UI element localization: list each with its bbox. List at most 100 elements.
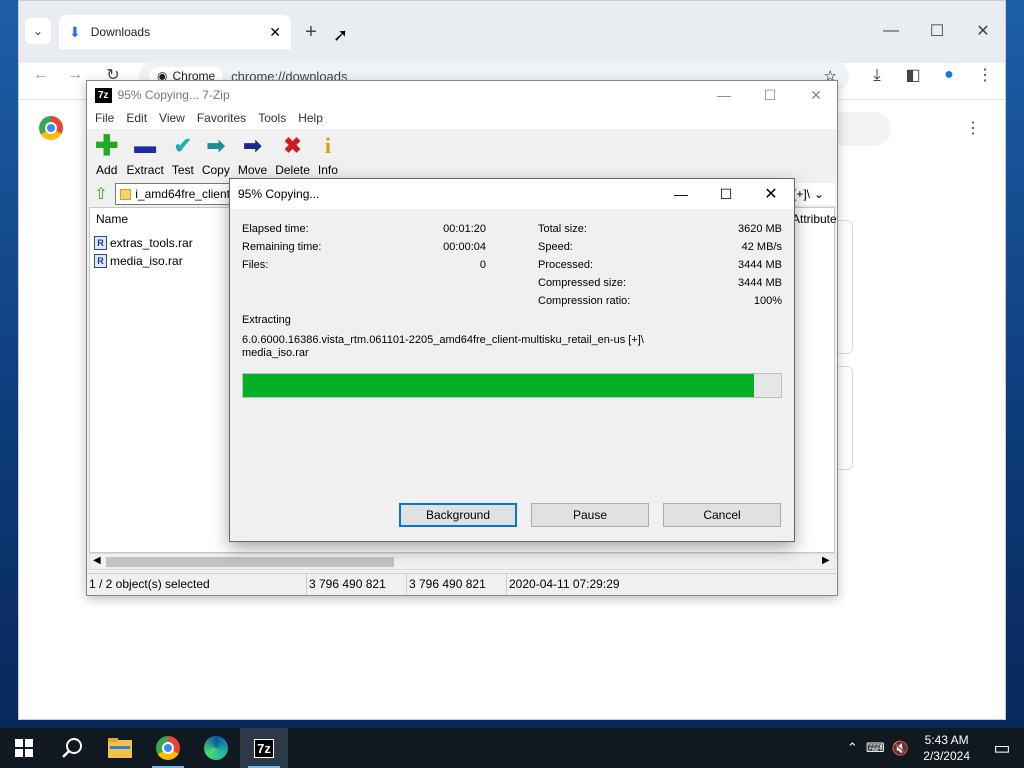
- menu-edit[interactable]: Edit: [120, 109, 153, 129]
- files-label: Files:: [242, 259, 269, 271]
- notification-icon[interactable]: ▭: [980, 728, 1024, 768]
- current-path-line2: media_iso.rar: [242, 347, 309, 359]
- clock[interactable]: 5:43 AM 2/3/2024: [913, 732, 980, 764]
- menu-view[interactable]: View: [153, 109, 191, 129]
- clock-date: 2/3/2024: [923, 749, 970, 763]
- extract-icon: ▬: [134, 133, 157, 158]
- path-dropdown[interactable]: [+]\ ⌄: [789, 183, 835, 205]
- dialog-title: 95% Copying...: [238, 187, 320, 201]
- edge-icon[interactable]: [192, 728, 240, 768]
- tab-search-icon[interactable]: ⌄: [25, 18, 51, 44]
- pause-button[interactable]: Pause: [531, 503, 649, 527]
- delete-button[interactable]: ✖ Delete: [271, 129, 314, 178]
- column-attribute[interactable]: Attribute: [792, 212, 837, 226]
- search-icon[interactable]: [48, 728, 96, 768]
- menu-kebab-icon[interactable]: ⋮: [971, 61, 999, 89]
- clock-time: 5:43 AM: [924, 733, 969, 747]
- path-field[interactable]: i_amd64fre_client: [115, 183, 235, 205]
- menu-file[interactable]: File: [89, 109, 120, 129]
- tab-downloads[interactable]: ⬇ Downloads ✕: [59, 15, 291, 49]
- column-name[interactable]: Name: [96, 212, 128, 226]
- forward-icon[interactable]: →: [61, 61, 89, 89]
- remaining-value: 00:00:04: [443, 241, 486, 253]
- compressed-size-value: 3444 MB: [737, 277, 782, 289]
- downloads-icon[interactable]: ⤓: [863, 61, 891, 89]
- status-modified: 2020-04-11 07:29:29: [509, 577, 620, 591]
- download-icon: ⬇: [69, 23, 81, 40]
- background-button[interactable]: Background: [399, 503, 517, 527]
- scroll-thumb[interactable]: [106, 557, 394, 567]
- chrome-icon[interactable]: [144, 728, 192, 768]
- move-button[interactable]: ➡ Move: [234, 129, 271, 178]
- windows-start-icon[interactable]: [0, 728, 48, 768]
- rar-file-icon: R: [94, 236, 107, 250]
- extract-button[interactable]: ▬ Extract: [122, 129, 167, 178]
- back-icon[interactable]: ←: [27, 61, 55, 89]
- minimize-icon[interactable]: —: [658, 179, 704, 209]
- chevron-up-icon[interactable]: ⌃: [841, 728, 863, 768]
- list-item[interactable]: R media_iso.rar: [94, 254, 183, 268]
- maximize-icon[interactable]: ☐: [703, 179, 749, 209]
- menu-favorites[interactable]: Favorites: [191, 109, 252, 129]
- compressed-size-label: Compressed size:: [538, 277, 627, 289]
- toolbar: ✚ Add ▬ Extract ✔ Test ➡ Copy ➡ Move ✖ Delete …: [87, 129, 837, 179]
- elapsed-value: 00:01:20: [443, 223, 486, 235]
- file-name: media_iso.rar: [110, 254, 183, 268]
- copy-button[interactable]: ➡ Copy: [198, 129, 234, 178]
- close-tab-icon[interactable]: ✕: [269, 24, 281, 41]
- status-bar: 1 / 2 object(s) selected 3 796 490 821 3…: [87, 573, 837, 595]
- delete-icon: ✖: [283, 133, 302, 158]
- menu-tools[interactable]: Tools: [252, 109, 292, 129]
- test-icon: ✔: [173, 133, 193, 158]
- processed-value: 3444 MB: [737, 259, 782, 271]
- side-panel-icon[interactable]: ◧: [899, 61, 927, 89]
- total-size-value: 3620 MB: [737, 223, 782, 235]
- compression-ratio-label: Compression ratio:: [538, 295, 631, 307]
- maximize-icon[interactable]: ☐: [923, 17, 951, 45]
- close-window-icon[interactable]: ✕: [969, 17, 997, 45]
- progress-fill: [243, 374, 755, 397]
- minimize-icon[interactable]: —: [877, 17, 905, 45]
- more-actions-icon[interactable]: ⋮: [959, 114, 987, 142]
- info-button[interactable]: i Info: [314, 129, 342, 178]
- info-label: Info: [317, 163, 338, 177]
- files-value: 0: [479, 259, 486, 271]
- volume-muted-icon[interactable]: 🔇: [887, 728, 913, 768]
- add-icon: ✚: [95, 130, 119, 161]
- scroll-left-icon[interactable]: ◀: [93, 555, 101, 566]
- new-tab-button[interactable]: +: [297, 18, 325, 46]
- 7zip-logo-icon: 7z: [95, 87, 112, 103]
- add-label: Add: [96, 163, 118, 177]
- total-size-label: Total size:: [538, 223, 587, 235]
- mouse-cursor-icon: ➚: [333, 25, 349, 45]
- copy-label: Copy: [201, 163, 230, 177]
- scroll-right-icon[interactable]: ▶: [822, 555, 830, 566]
- status-size: 3 796 490 821: [307, 574, 407, 595]
- taskbar: 7z ⌃ ⌨ 🔇 5:43 AM 2/3/2024 ▭: [0, 728, 1024, 768]
- search-downloads-box[interactable]: [829, 112, 891, 146]
- elapsed-label: Elapsed time:: [242, 223, 309, 235]
- 7zip-icon[interactable]: 7z: [240, 728, 288, 768]
- close-icon[interactable]: ✕: [793, 81, 839, 109]
- profile-icon[interactable]: ●: [935, 61, 963, 89]
- test-label: Test: [171, 163, 194, 177]
- processed-label: Processed:: [538, 259, 594, 271]
- close-icon[interactable]: ✕: [748, 179, 794, 209]
- menu-help[interactable]: Help: [292, 109, 329, 129]
- list-item[interactable]: R extras_tools.rar: [94, 236, 193, 250]
- file-name: extras_tools.rar: [110, 236, 193, 250]
- test-button[interactable]: ✔ Test: [168, 129, 198, 178]
- chrome-logo-icon: [39, 116, 63, 140]
- minimize-icon[interactable]: —: [701, 81, 747, 109]
- horizontal-scrollbar[interactable]: ◀ ▶: [89, 553, 835, 570]
- add-button[interactable]: ✚ Add: [91, 129, 122, 178]
- chevron-down-icon: ⌄: [814, 187, 825, 201]
- folder-icon: [120, 188, 132, 200]
- speed-value: 42 MB/s: [741, 241, 782, 253]
- file-explorer-icon[interactable]: [96, 728, 144, 768]
- maximize-icon[interactable]: ☐: [747, 81, 793, 109]
- cancel-button[interactable]: Cancel: [663, 503, 781, 527]
- 7zip-titlebar: 7z 95% Copying... 7-Zip — ☐ ✕: [87, 81, 837, 109]
- network-icon[interactable]: ⌨: [863, 728, 887, 768]
- up-folder-icon[interactable]: ⇧: [91, 184, 111, 204]
